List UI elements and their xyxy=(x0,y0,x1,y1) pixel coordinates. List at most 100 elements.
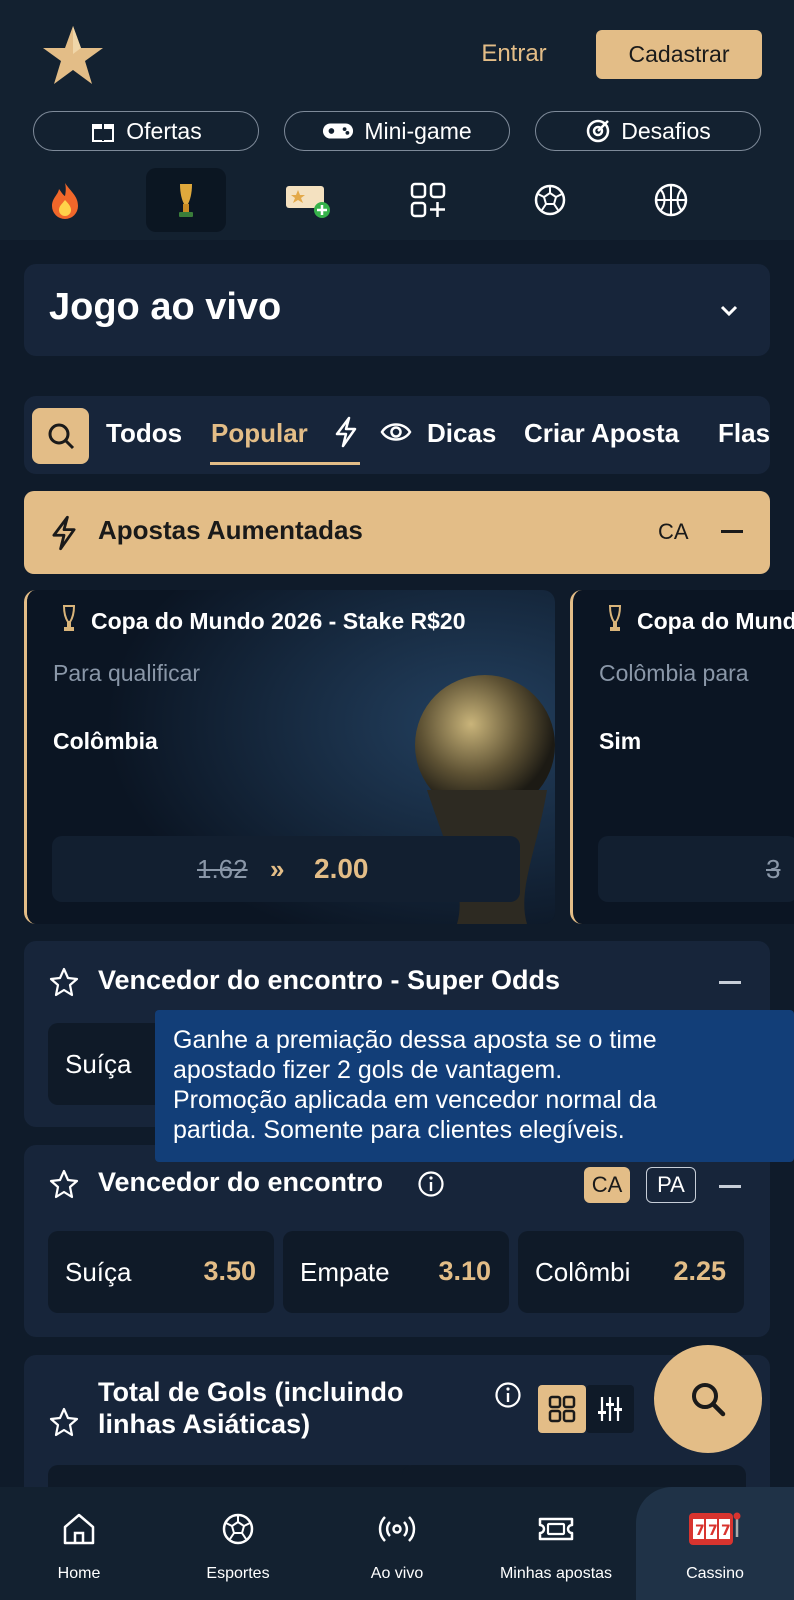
market-title-line-1: Total de Gols (incluindo xyxy=(98,1377,404,1407)
nav-label: Home xyxy=(57,1565,101,1582)
home-icon xyxy=(63,1513,95,1545)
tab-flash[interactable]: Flas xyxy=(718,418,770,449)
promo-odds-button[interactable]: 1.62 » 2.00 xyxy=(52,836,520,902)
gift-icon xyxy=(92,124,115,142)
nav-label: Cassino xyxy=(686,1565,744,1582)
outcome-name: Empate xyxy=(300,1257,390,1287)
target-icon xyxy=(587,119,610,143)
tab-search[interactable] xyxy=(32,408,89,464)
tooltip-line: apostado fizer 2 gols de vantagem. xyxy=(173,1056,563,1084)
ca-badge[interactable]: CA xyxy=(584,1167,630,1203)
tooltip-line: partida. Somente para clientes elegíveis… xyxy=(173,1116,625,1144)
outcome-name: Suíça xyxy=(65,1257,132,1287)
search-icon xyxy=(692,1383,726,1417)
boosted-bet-card[interactable]: Copa do Mundo 2026 Colômbia para Sim 3 xyxy=(570,590,794,924)
boosted-bets-title: Apostas Aumentadas xyxy=(98,515,363,545)
challenges-label: Desafios xyxy=(621,117,711,144)
category-basketball[interactable] xyxy=(631,168,711,232)
collapse-icon[interactable] xyxy=(719,1185,741,1188)
tab-dicas[interactable]: Dicas xyxy=(427,418,496,449)
nav-ao-vivo[interactable]: Ao vivo xyxy=(318,1487,476,1600)
login-button[interactable]: Entrar xyxy=(466,32,562,76)
svg-text:7: 7 xyxy=(721,1523,731,1539)
gamepad-icon xyxy=(323,123,354,139)
market-title: Vencedor do encontro xyxy=(98,1167,384,1197)
offers-label: Ofertas xyxy=(126,117,202,144)
ticket-star-icon xyxy=(286,186,330,218)
list-view-toggle[interactable] xyxy=(586,1385,634,1433)
nav-label: Esportes xyxy=(206,1565,270,1582)
outcome-button[interactable]: Colômbi 2.25 xyxy=(518,1231,744,1313)
svg-text:7: 7 xyxy=(695,1523,705,1539)
outcome-odd: 3.10 xyxy=(438,1256,491,1286)
boosted-odd: 2.00 xyxy=(314,853,369,884)
svg-text:7: 7 xyxy=(708,1523,718,1539)
tab-criar-aposta[interactable]: Criar Aposta xyxy=(524,418,679,449)
category-promo[interactable] xyxy=(268,168,348,232)
category-worldcup[interactable] xyxy=(146,168,226,232)
ticket-icon xyxy=(538,1517,574,1541)
eye-icon xyxy=(380,423,412,441)
nav-cassino[interactable]: 777 Cassino xyxy=(636,1487,794,1600)
star-favorite-icon[interactable] xyxy=(49,967,79,997)
info-icon[interactable] xyxy=(494,1381,522,1409)
soccer-ball-icon xyxy=(534,184,566,216)
collapse-icon[interactable] xyxy=(721,530,743,533)
soccer-ball-icon xyxy=(222,1513,254,1545)
super-odds-tooltip: Ganhe a premiação dessa aposta se o time… xyxy=(155,1010,794,1162)
lightning-icon xyxy=(335,416,357,448)
floating-search-button[interactable] xyxy=(654,1345,762,1453)
minigame-pill[interactable]: Mini-game xyxy=(284,111,510,151)
category-more[interactable] xyxy=(388,168,468,232)
grid-view-toggle[interactable] xyxy=(538,1385,586,1433)
promo-odds-button[interactable]: 3 xyxy=(598,836,794,902)
outcome-odd: 3.50 xyxy=(203,1256,256,1286)
outcome-name: Suíça xyxy=(65,1049,132,1079)
collapse-icon[interactable] xyxy=(719,981,741,984)
chevron-down-icon[interactable] xyxy=(714,296,744,326)
market-tabs: Todos Popular Dicas Criar Aposta Flas xyxy=(24,396,770,474)
pa-badge[interactable]: PA xyxy=(646,1167,696,1203)
apps-plus-icon xyxy=(410,182,446,218)
old-odd: 3 xyxy=(766,854,781,884)
nav-esportes[interactable]: Esportes xyxy=(158,1487,318,1600)
tab-popular[interactable]: Popular xyxy=(211,418,308,449)
basketball-icon xyxy=(654,183,688,217)
trophy-icon xyxy=(608,605,622,631)
fire-icon xyxy=(52,183,78,219)
search-icon xyxy=(48,423,74,450)
category-hot[interactable] xyxy=(25,168,105,232)
star-logo-icon[interactable] xyxy=(42,24,104,86)
tooltip-line: Promoção aplicada em vencedor normal da xyxy=(173,1086,657,1114)
slot-machine-icon: 777 xyxy=(689,1512,741,1545)
boosted-bets-header[interactable]: Apostas Aumentadas CA xyxy=(24,491,770,574)
offers-pill[interactable]: Ofertas xyxy=(33,111,259,151)
promo-subtitle: Colômbia para xyxy=(599,660,749,686)
tab-todos[interactable]: Todos xyxy=(106,418,182,449)
market-card: Vencedor do encontro CA PA Suíça 3.50 Em… xyxy=(24,1145,770,1337)
nav-label: Ao vivo xyxy=(370,1565,424,1582)
star-favorite-icon[interactable] xyxy=(49,1407,79,1437)
outcome-button[interactable]: Suíça 3.50 xyxy=(48,1231,274,1313)
active-tab-underline xyxy=(210,462,360,465)
signup-button[interactable]: Cadastrar xyxy=(596,30,762,79)
grid-icon xyxy=(548,1395,576,1423)
top-header: Entrar Cadastrar Ofertas Mini-game Desaf… xyxy=(0,0,794,240)
promo-selection: Sim xyxy=(599,728,642,754)
nav-minhas-apostas[interactable]: Minhas apostas xyxy=(476,1487,636,1600)
boosted-bet-card[interactable]: Copa do Mundo 2026 - Stake R$20 Para qua… xyxy=(24,590,555,924)
challenges-pill[interactable]: Desafios xyxy=(535,111,761,151)
promo-subtitle: Para qualificar xyxy=(53,660,201,686)
trophy-icon xyxy=(179,184,193,217)
promo-title: Copa do Mundo 2026 - Stake R$20 xyxy=(91,608,466,634)
sliders-icon xyxy=(598,1397,622,1421)
minigame-label: Mini-game xyxy=(364,117,472,144)
market-title-line-2: linhas Asiáticas) xyxy=(98,1409,311,1439)
info-icon[interactable] xyxy=(417,1170,445,1198)
star-favorite-icon[interactable] xyxy=(49,1169,79,1199)
nav-label: Minhas apostas xyxy=(499,1565,613,1582)
nav-home[interactable]: Home xyxy=(0,1487,158,1600)
category-soccer[interactable] xyxy=(510,168,590,232)
outcome-button[interactable]: Empate 3.10 xyxy=(283,1231,509,1313)
market-title: Vencedor do encontro - Super Odds xyxy=(98,965,561,995)
